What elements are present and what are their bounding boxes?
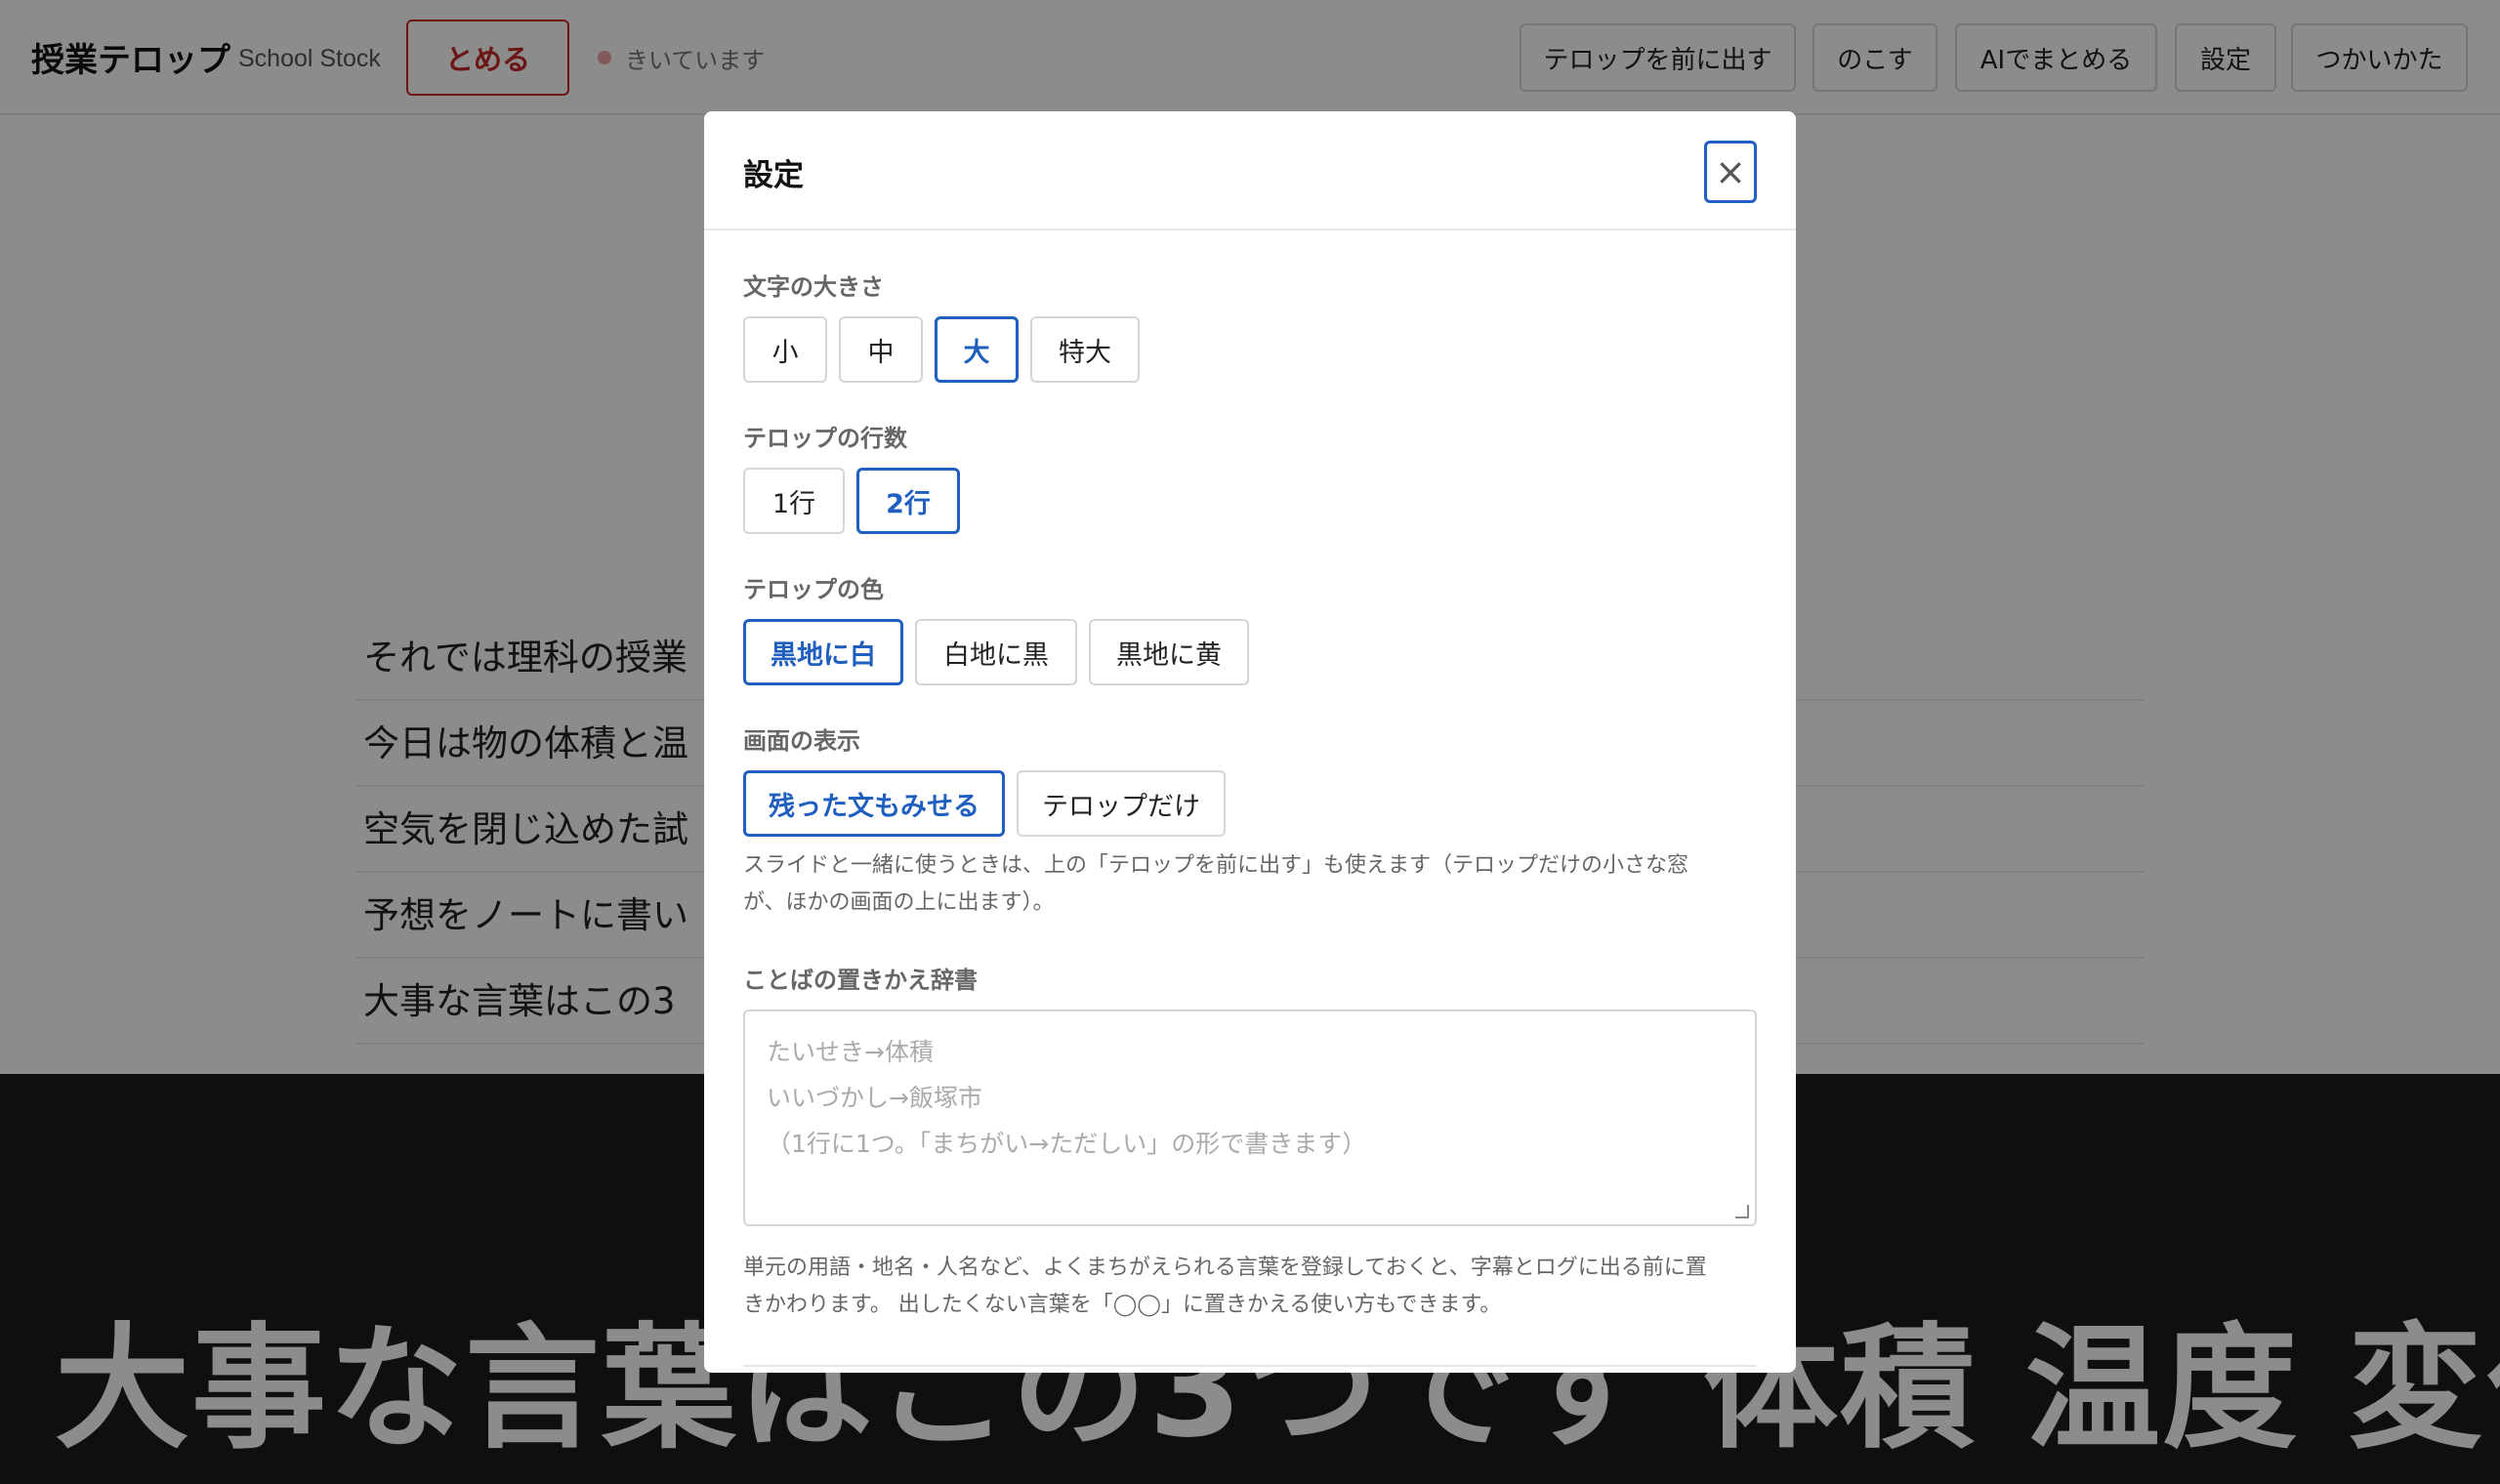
- section-divider: [743, 1365, 1757, 1367]
- close-icon[interactable]: ×: [1704, 141, 1757, 203]
- dictionary-label: ことばの置きかえ辞書: [743, 967, 978, 994]
- display-label: 画面の表示: [743, 727, 860, 755]
- dictionary-hint-line: 単元の用語・地名・人名など、よくまちがえられる言葉を登録しておくと、字幕とログに…: [743, 1256, 1707, 1280]
- dictionary-placeholder-line: （1行に1つ。「まちがい→ただしい」の形で書きます）: [767, 1130, 1367, 1158]
- dictionary-placeholder-line: いいづかし→飯塚市: [767, 1084, 982, 1112]
- dictionary-hint-line: きかわります。 出したくない言葉を「◯◯」に置きかえる使い方もできます。: [743, 1293, 1502, 1317]
- dictionary-placeholder-line: たいせき→体積: [767, 1038, 934, 1066]
- font-size-label: 文字の大きさ: [743, 273, 884, 301]
- lines-2[interactable]: 2行: [856, 468, 960, 534]
- dictionary-textarea[interactable]: たいせき→体積 いいづかし→飯塚市 （1行に1つ。「まちがい→ただしい」の形で書…: [743, 1010, 1757, 1226]
- dialog-title: 設定: [743, 158, 804, 193]
- caption-lines-label: テロップの行数: [743, 425, 907, 452]
- color-black-white[interactable]: 黒地に白: [743, 619, 903, 685]
- dictionary-hint: 単元の用語・地名・人名など、よくまちがえられる言葉を登録しておくと、字幕とログに…: [743, 1250, 1759, 1324]
- display-hint-line: スライドと一緒に使うときは、上の「テロップを前に出す」も使えます（テロップだけの…: [743, 853, 1689, 878]
- display-caption-only[interactable]: テロップだけ: [1017, 770, 1226, 837]
- dialog-header: 設定 ×: [704, 111, 1796, 230]
- display-show-remaining[interactable]: 残った文もみせる: [743, 770, 1005, 837]
- font-size-large[interactable]: 大: [935, 316, 1019, 383]
- font-size-medium[interactable]: 中: [839, 316, 923, 383]
- color-black-yellow[interactable]: 黒地に黄: [1089, 619, 1249, 685]
- font-size-small[interactable]: 小: [743, 316, 827, 383]
- font-size-xlarge[interactable]: 特大: [1030, 316, 1140, 383]
- settings-dialog: 設定 × 文字の大きさ 小 中 大 特大 テロップの行数 1行 2行 テロップの…: [704, 111, 1796, 1373]
- color-white-black[interactable]: 白地に黒: [915, 619, 1077, 685]
- lines-1[interactable]: 1行: [743, 468, 845, 534]
- display-hint-line: が、ほかの画面の上に出ます）。: [743, 890, 1055, 915]
- resize-handle-icon[interactable]: [1735, 1205, 1749, 1218]
- caption-color-label: テロップの色: [743, 576, 884, 603]
- display-hint: スライドと一緒に使うときは、上の「テロップを前に出す」も使えます（テロップだけの…: [743, 847, 1759, 922]
